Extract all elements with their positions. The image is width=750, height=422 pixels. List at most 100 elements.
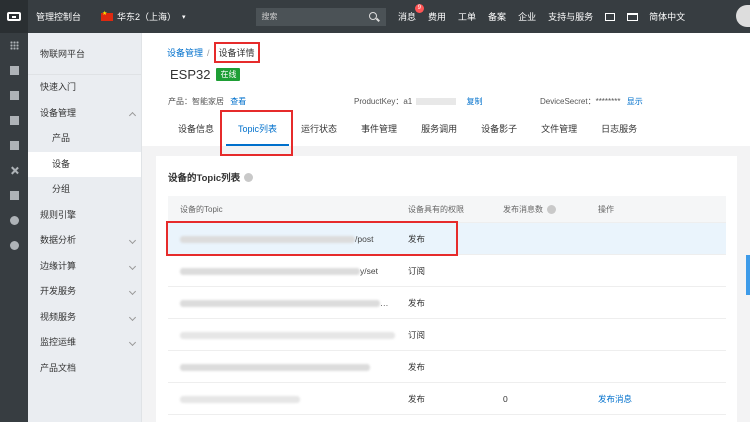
tab-device-shadow[interactable]: 设备影子 — [469, 118, 529, 146]
sidebar-item-video[interactable]: 视频服务 — [28, 305, 141, 331]
product-icon-rail — [0, 33, 28, 422]
sidebar-title: 物联网平台 — [28, 33, 141, 75]
sidebar-item-label: 边缘计算 — [40, 260, 77, 271]
permission-cell: 订阅 — [408, 265, 426, 276]
messages-badge: 9 — [414, 4, 425, 13]
table-row[interactable]: 订阅 — [168, 319, 726, 351]
tab-device-info[interactable]: 设备信息 — [166, 118, 226, 146]
productkey-label: ProductKey： — [354, 97, 404, 106]
table-row[interactable]: /post 发布 — [166, 221, 726, 256]
rail-item-cloud[interactable] — [0, 108, 28, 133]
rail-item-all-products[interactable] — [0, 33, 28, 58]
permission-cell: 发布 — [408, 393, 426, 404]
devicesecret-label: DeviceSecret： — [540, 97, 596, 106]
grid-icon — [9, 41, 19, 50]
chevron-down-icon — [128, 313, 137, 321]
nav-messages[interactable]: 消息 9 — [398, 4, 425, 23]
floating-side-tab[interactable] — [746, 255, 750, 295]
nav-enterprise[interactable]: 企业 — [518, 10, 536, 23]
sidebar-item-label: 设备管理 — [40, 107, 77, 118]
sidebar-item-device-management[interactable]: 设备管理 — [28, 101, 141, 127]
tab-event-management[interactable]: 事件管理 — [349, 118, 409, 146]
rail-item-globe[interactable] — [0, 208, 28, 233]
chevron-down-icon — [128, 287, 137, 296]
aliyun-logo-icon[interactable] — [0, 0, 28, 33]
productkey-masked — [416, 98, 457, 106]
sidebar-item-docs[interactable]: 产品文档 — [28, 356, 141, 382]
help-icon[interactable] — [547, 204, 556, 214]
sidebar-item-data-analysis[interactable]: 数据分析 — [28, 228, 141, 254]
chevron-down-icon: ▾ — [182, 13, 186, 21]
publish-message-link[interactable]: 发布消息 — [598, 393, 726, 405]
sidebar-item-edge-computing[interactable]: 边缘计算 — [28, 254, 141, 280]
nav-filing[interactable]: 备案 — [488, 10, 506, 23]
show-secret-link[interactable]: 显示 — [627, 97, 643, 106]
console-title[interactable]: 管理控制台 — [36, 10, 81, 23]
devicesecret-info: DeviceSecret：******** 显示 — [540, 96, 643, 107]
chevron-down-icon — [128, 262, 137, 270]
top-nav: 消息 9 费用 工单 备案 企业 支持与服务 简体中文 — [398, 0, 697, 33]
cart-icon[interactable] — [627, 12, 639, 21]
topic-masked — [180, 299, 380, 307]
help-icon[interactable] — [244, 172, 254, 182]
page-title: ESP32 在线 — [170, 67, 241, 82]
top-bar: 管理控制台 华东2（上海） ▾ 搜索 消息 9 费用 工单 备案 企业 支持与服… — [0, 0, 750, 33]
topic-text: … — [380, 297, 389, 308]
col-topic: 设备的Topic — [180, 204, 223, 214]
topic-masked — [180, 363, 370, 371]
sidebar-item-rule-engine[interactable]: 规则引擎 — [28, 203, 141, 229]
sidebar-item-dev-services[interactable]: 开发服务 — [28, 279, 141, 305]
nav-billing[interactable]: 费用 — [428, 10, 446, 23]
topic-cell — [168, 362, 408, 372]
rail-item-dot[interactable] — [0, 233, 28, 258]
cloud-icon — [9, 116, 19, 125]
sidebar-item-label: 监控运维 — [40, 337, 77, 347]
sidebar-item-device[interactable]: 设备 — [28, 151, 141, 177]
col-action: 操作 — [598, 204, 614, 214]
sidebar-item-monitoring[interactable]: 监控运维 — [28, 330, 141, 356]
topic-cell — [168, 394, 408, 404]
region-label: 华东2（上海） — [117, 12, 177, 22]
nav-language[interactable]: 简体中文 — [649, 10, 685, 23]
rail-item-security[interactable] — [0, 83, 28, 108]
tab-service-call[interactable]: 服务调用 — [409, 118, 469, 146]
nav-support[interactable]: 支持与服务 — [548, 10, 593, 23]
tab-topic-list[interactable]: Topic列表 — [220, 110, 294, 156]
search-input[interactable]: 搜索 — [255, 7, 386, 26]
sidebar-item-group[interactable]: 分组 — [28, 177, 141, 203]
rail-item-network[interactable] — [0, 183, 28, 208]
table-row[interactable]: 发布 — [168, 351, 726, 383]
topic-panel-title-text: 设备的Topic列表 — [168, 173, 241, 184]
nav-ticket[interactable]: 工单 — [458, 10, 476, 23]
rail-item-tools[interactable] — [0, 158, 28, 183]
topic-cell: y/set — [168, 266, 408, 276]
table-row[interactable]: 发布 0 发布消息 — [168, 383, 726, 415]
avatar[interactable] — [736, 5, 750, 27]
table-row[interactable]: y/set 订阅 — [168, 255, 726, 287]
topic-masked — [180, 395, 300, 403]
sidebar-item-quickstart[interactable]: 快速入门 — [28, 75, 141, 101]
sidebar-item-product[interactable]: 产品 — [28, 126, 141, 152]
rail-item-storage[interactable] — [0, 133, 28, 158]
count-cell: 0 — [503, 393, 508, 404]
tab-run-status[interactable]: 运行状态 — [289, 118, 349, 146]
search-icon[interactable] — [368, 11, 380, 23]
chevron-down-icon — [128, 236, 137, 245]
rail-item-ecs[interactable] — [0, 58, 28, 83]
tab-file-management[interactable]: 文件管理 — [529, 118, 589, 146]
topic-text: y/set — [360, 265, 378, 276]
copy-productkey-link[interactable]: 复制 — [467, 97, 483, 106]
tab-log-service[interactable]: 日志服务 — [589, 118, 649, 146]
device-header: 设备管理 / 设备详情 ESP32 在线 产品：智能家居 查看 ProductK… — [142, 33, 750, 156]
topic-panel: 设备的Topic列表 设备的Topic 设备具有的权限 发布消息数 操作 /po… — [156, 156, 737, 422]
region-selector[interactable]: 华东2（上海） ▾ — [101, 10, 186, 23]
circle-icon — [9, 241, 19, 250]
permission-cell: 发布 — [408, 361, 426, 372]
breadcrumb-device-management[interactable]: 设备管理 — [167, 46, 203, 59]
table-row[interactable]: … 发布 — [168, 287, 726, 319]
status-badge: 在线 — [216, 68, 241, 81]
view-product-link[interactable]: 查看 — [230, 97, 246, 106]
topic-panel-title: 设备的Topic列表 — [168, 170, 254, 184]
topic-cell — [168, 330, 408, 340]
mail-icon[interactable] — [605, 12, 616, 21]
